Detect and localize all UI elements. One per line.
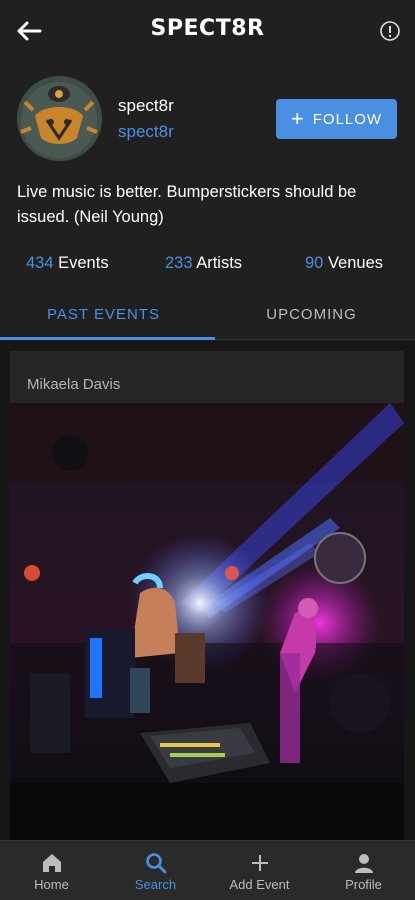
home-icon (42, 854, 61, 872)
nav-add-event-label: Add Event (229, 877, 290, 892)
user-icon (354, 854, 373, 873)
event-card[interactable]: Mikaela Davis (10, 351, 404, 853)
plus-icon (251, 855, 268, 871)
stat-artists-count: 233 (165, 254, 193, 272)
stat-artists[interactable]: 233 Artists (165, 254, 242, 273)
info-icon (380, 21, 400, 41)
nav-home[interactable]: Home (0, 841, 103, 900)
app-logo: SPECT8R (150, 16, 265, 41)
display-name: spect8r (118, 96, 174, 115)
stat-venues[interactable]: 90 Venues (305, 254, 383, 273)
stat-venues-count: 90 (305, 254, 324, 272)
stat-venues-label: Venues (327, 254, 384, 272)
event-photo[interactable] (10, 403, 404, 853)
follow-label: FOLLOW (312, 110, 383, 128)
stat-events[interactable]: 434 Events (26, 254, 109, 273)
tab-past-events[interactable]: PAST EVENTS (0, 296, 207, 340)
events-tabs: PAST EVENTS UPCOMING (0, 296, 415, 340)
active-tab-indicator (0, 337, 215, 340)
avatar[interactable] (17, 76, 102, 161)
plus-icon: + (290, 106, 305, 131)
stat-events-label: Events (58, 254, 109, 272)
tab-upcoming[interactable]: UPCOMING (208, 296, 415, 340)
profile-stats: 434 Events 233 Artists 90 Venues (0, 254, 415, 280)
stat-artists-label: Artists (196, 254, 243, 272)
events-feed[interactable]: Mikaela Davis (0, 341, 415, 853)
nav-home-label: Home (34, 877, 69, 892)
bottom-navigation: Home Search Add Event Profile (0, 840, 415, 900)
concert-photo (10, 403, 404, 853)
nav-add-event[interactable]: Add Event (208, 841, 311, 900)
info-button[interactable] (379, 20, 401, 42)
stat-events-count: 434 (26, 254, 54, 272)
profile-bio: Live music is better. Bumperstickers sho… (17, 183, 357, 226)
search-icon (145, 853, 166, 874)
follow-button[interactable]: + FOLLOW (276, 99, 397, 139)
nav-profile-label: Profile (345, 877, 382, 892)
nav-profile[interactable]: Profile (312, 841, 415, 900)
avatar-image (17, 76, 102, 161)
nav-search[interactable]: Search (104, 841, 207, 900)
top-bar: SPECT8R (0, 0, 415, 60)
nav-search-label: Search (134, 877, 177, 892)
event-card-title: Mikaela Davis (27, 376, 121, 393)
profile-handle-link[interactable]: spect8r (118, 122, 174, 142)
